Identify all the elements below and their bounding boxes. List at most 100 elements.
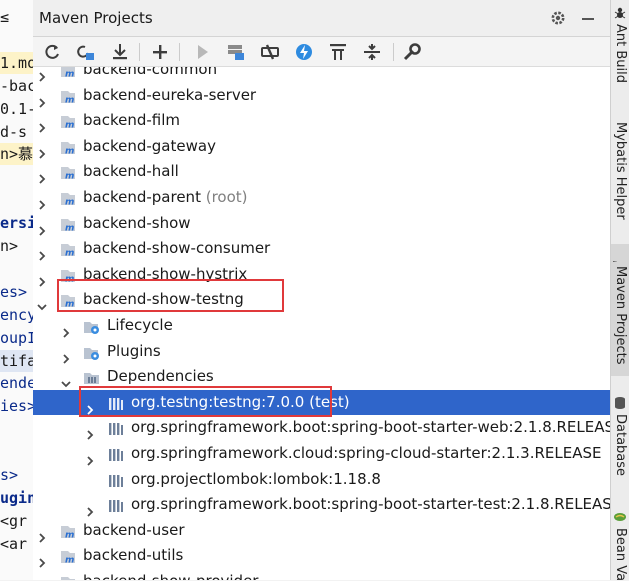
collapsed-arrow-icon[interactable] bbox=[37, 193, 47, 210]
collapsed-arrow-icon[interactable] bbox=[37, 167, 47, 185]
run-icon[interactable] bbox=[191, 41, 213, 63]
collapsed-arrow-icon[interactable] bbox=[61, 321, 71, 338]
tree-row[interactable]: m backend-film bbox=[33, 108, 610, 133]
tree-row[interactable]: m backend-common bbox=[33, 67, 610, 82]
annotation-box-module bbox=[57, 279, 284, 312]
tree-row-text: backend-show-provider bbox=[83, 572, 258, 580]
collapsed-arrow-icon[interactable] bbox=[37, 551, 47, 569]
tool-tab-mybatis-helper[interactable]: Mybatis Helper bbox=[611, 118, 629, 230]
maven-module-icon: m bbox=[59, 113, 77, 131]
collapsed-arrow-icon[interactable] bbox=[37, 270, 47, 287]
tree-row[interactable]: Plugins bbox=[33, 339, 610, 364]
editor-line: tifa bbox=[0, 349, 33, 372]
svg-text:m: m bbox=[65, 121, 74, 131]
editor-line: n>慕 bbox=[0, 143, 33, 166]
tree-row-text: backend-gateway bbox=[83, 136, 216, 155]
tree-row-text: backend-user bbox=[83, 520, 185, 539]
tree-row[interactable]: m backend-utils bbox=[33, 543, 610, 569]
tree-row-label: org.springframework.cloud:spring-cloud-s… bbox=[131, 441, 602, 466]
tree-row-suffix: (root) bbox=[200, 188, 248, 206]
editor-line: n> bbox=[0, 237, 19, 255]
tool-tab-ant-build[interactable]: Ant Build bbox=[611, 2, 629, 102]
tool-tab-label: Bean Va bbox=[613, 528, 628, 581]
reimport-icon[interactable] bbox=[41, 41, 63, 63]
collapsed-arrow-icon[interactable] bbox=[37, 526, 47, 543]
collapsed-arrow-icon[interactable] bbox=[37, 116, 47, 133]
maven-module-icon: m bbox=[59, 216, 77, 233]
maven-module-icon: m bbox=[59, 164, 77, 182]
collapsed-arrow-icon[interactable] bbox=[85, 423, 95, 441]
tree-row[interactable]: org.springframework.cloud:spring-cloud-s… bbox=[33, 441, 610, 466]
tree-row[interactable]: m backend-gateway bbox=[33, 134, 610, 159]
tree-row-text: org.projectlombok:lombok:1.18.8 bbox=[131, 469, 381, 488]
editor-line: ≤ bbox=[0, 8, 10, 26]
tree-row-text: backend-parent bbox=[83, 188, 201, 206]
tool-tab-label: Mybatis Helper bbox=[613, 122, 628, 220]
tree-row[interactable]: org.springframework.boot:spring-boot-sta… bbox=[33, 492, 610, 517]
collapsed-arrow-icon[interactable] bbox=[85, 449, 95, 466]
tree-row-text: backend-common bbox=[83, 67, 218, 78]
tree-row[interactable]: m backend-hall bbox=[33, 159, 610, 185]
collapsed-arrow-icon[interactable] bbox=[37, 142, 47, 159]
annotation-box-dependency bbox=[79, 386, 332, 417]
panel-title: Maven Projects bbox=[39, 9, 153, 27]
editor-line: ency bbox=[0, 305, 33, 324]
tool-tab-label: Database bbox=[613, 414, 628, 477]
tree-row-label: backend-show bbox=[83, 211, 191, 236]
tree-row-text: backend-utils bbox=[83, 546, 184, 565]
editor-line: oupI bbox=[0, 328, 33, 347]
add-icon[interactable] bbox=[149, 41, 171, 63]
generate-sources-icon[interactable] bbox=[75, 41, 97, 63]
tree-row[interactable]: m backend-user bbox=[33, 518, 610, 543]
hide-icon[interactable] bbox=[579, 9, 597, 27]
gear-icon[interactable] bbox=[549, 9, 567, 27]
tree-row[interactable]: m backend-show-provider bbox=[33, 569, 610, 580]
download-icon[interactable] bbox=[109, 41, 131, 63]
tool-tab-database[interactable]: Database bbox=[611, 392, 629, 488]
maven-project-tree: m backend-common m backend-eureka-server m ba… bbox=[33, 67, 610, 580]
show-dependencies-icon[interactable] bbox=[327, 41, 349, 63]
library-icon bbox=[107, 420, 125, 436]
tree-row-text: backend-eureka-server bbox=[83, 85, 257, 104]
tool-tab-maven-projects[interactable]: m Maven Projects bbox=[606, 244, 629, 376]
tree-row-text: backend-film bbox=[83, 111, 181, 130]
editor-line: 0.1- bbox=[0, 99, 33, 118]
editor-gutter-strip: ≤ 1.mo -bac 0.1- d-s n>慕 ersi n> es> ency oupI tif… bbox=[0, 0, 34, 580]
tree-row-label: org.springframework.boot:spring-boot-sta… bbox=[131, 492, 610, 517]
collapsed-arrow-icon[interactable] bbox=[37, 244, 47, 261]
tree-row[interactable]: org.projectlombok:lombok:1.18.8 bbox=[33, 467, 610, 492]
tree-row-text: org.springframework.boot:spring-boot-sta… bbox=[131, 495, 610, 514]
svg-text:m: m bbox=[65, 198, 74, 208]
svg-text:m: m bbox=[65, 95, 74, 105]
collapsed-arrow-icon[interactable] bbox=[37, 91, 47, 108]
skip-tests-icon[interactable] bbox=[293, 41, 315, 63]
toggle-offline-icon[interactable] bbox=[259, 41, 281, 63]
editor-line: d-s bbox=[0, 122, 28, 141]
svg-text:m: m bbox=[65, 70, 74, 80]
tree-row[interactable]: org.springframework.boot:spring-boot-sta… bbox=[33, 415, 610, 441]
collapsed-arrow-icon[interactable] bbox=[37, 219, 47, 236]
settings-icon[interactable] bbox=[401, 41, 423, 63]
collapsed-arrow-icon[interactable] bbox=[61, 347, 71, 364]
maven-module-icon: m bbox=[59, 523, 77, 540]
tree-row[interactable]: m backend-show-consumer bbox=[33, 236, 610, 261]
execute-goal-icon[interactable] bbox=[225, 41, 247, 63]
tree-row[interactable]: m backend-parent (root) bbox=[33, 185, 610, 210]
svg-text:m: m bbox=[65, 249, 74, 259]
panel-header: Maven Projects bbox=[33, 0, 610, 37]
right-tool-window-strip: Ant Build Mybatis Helper m Maven Projects Da… bbox=[606, 0, 629, 581]
tool-tab-bean-va[interactable]: Bean Va bbox=[611, 506, 629, 581]
collapse-all-icon[interactable] bbox=[361, 41, 383, 63]
tree-row[interactable]: Lifecycle bbox=[33, 313, 610, 338]
collapsed-arrow-icon[interactable] bbox=[85, 500, 95, 517]
tree-row[interactable]: m backend-show bbox=[33, 211, 610, 236]
tree-row-text: org.springframework.boot:spring-boot-sta… bbox=[131, 418, 610, 437]
tree-row-label: backend-parent (root) bbox=[83, 185, 248, 210]
expanded-arrow-icon[interactable] bbox=[61, 372, 71, 388]
editor-line: s> bbox=[0, 466, 19, 484]
collapsed-arrow-icon[interactable] bbox=[37, 67, 47, 82]
expanded-arrow-icon[interactable] bbox=[37, 295, 47, 311]
maven-m-icon: m bbox=[606, 248, 628, 274]
tree-row[interactable]: m backend-eureka-server bbox=[33, 83, 610, 108]
